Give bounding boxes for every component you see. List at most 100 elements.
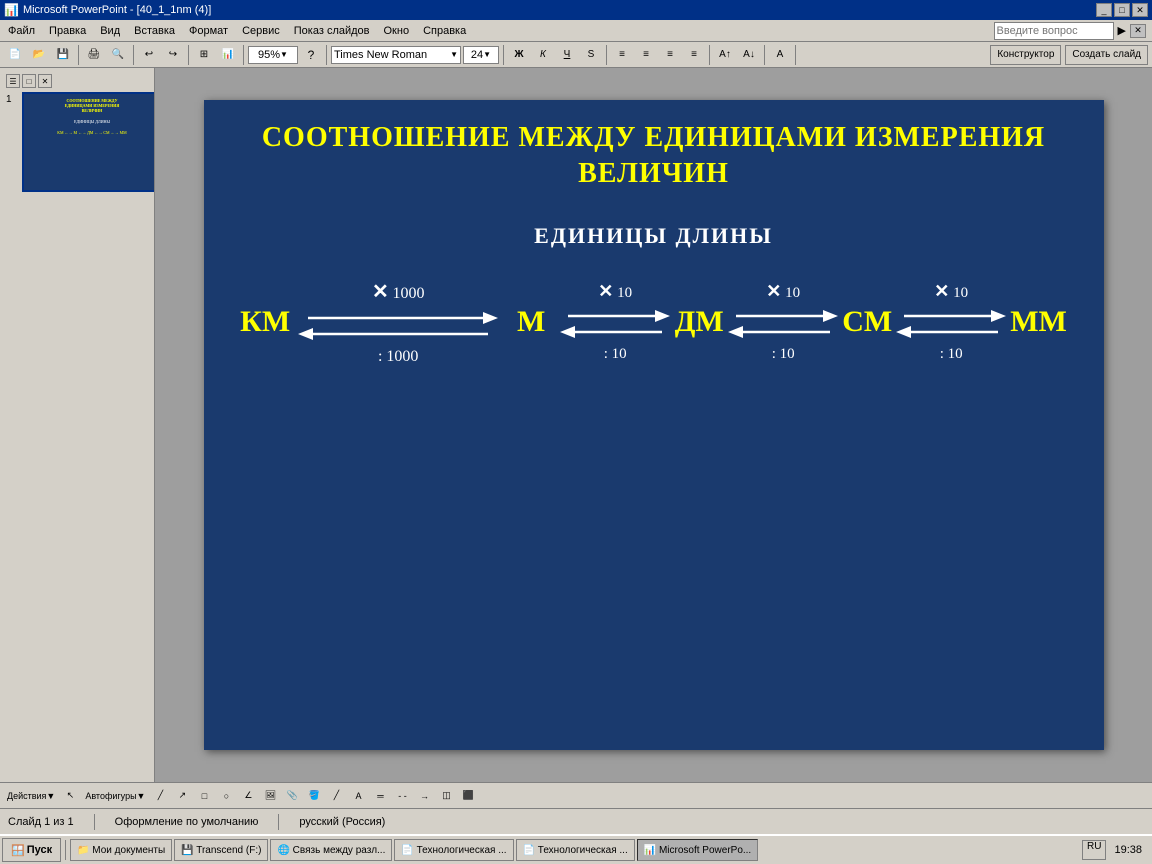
taskbar-ppt[interactable]: 📊 Microsoft PowerPo... bbox=[637, 839, 758, 861]
zoom-dropdown-icon[interactable]: ▼ bbox=[280, 50, 288, 59]
angle-button[interactable]: ∠ bbox=[238, 786, 258, 806]
3d-button[interactable]: ⬛ bbox=[458, 786, 478, 806]
color-fill-button[interactable]: 🪣 bbox=[304, 786, 324, 806]
line-color-button[interactable]: ╱ bbox=[326, 786, 346, 806]
menu-view[interactable]: Вид bbox=[94, 23, 126, 39]
menu-insert[interactable]: Вставка bbox=[128, 23, 181, 39]
redo-button[interactable]: ↪ bbox=[162, 44, 184, 66]
menu-edit[interactable]: Правка bbox=[43, 23, 92, 39]
font-size-value: 24 bbox=[471, 49, 483, 61]
font-color-button[interactable]: A bbox=[348, 786, 368, 806]
strikethrough-button[interactable]: S bbox=[580, 44, 602, 66]
separator-4 bbox=[243, 45, 244, 65]
bold-button[interactable]: Ж bbox=[508, 44, 530, 66]
autoshapes-button[interactable]: Автофигуры▼ bbox=[82, 786, 148, 806]
cursor-button[interactable]: ↖ bbox=[60, 786, 80, 806]
print-button[interactable]: 🖨 bbox=[83, 44, 105, 66]
insert-clip-button[interactable]: 📎 bbox=[282, 786, 302, 806]
font-dropdown-icon[interactable]: ▼ bbox=[450, 50, 458, 59]
open-button[interactable]: 📂 bbox=[28, 44, 50, 66]
italic-button[interactable]: К bbox=[532, 44, 554, 66]
separator-10 bbox=[795, 45, 796, 65]
taskbar-my-docs[interactable]: 📁 Мои документы bbox=[70, 839, 172, 861]
maximize-button[interactable]: □ bbox=[1114, 3, 1130, 17]
slide-number: 1 bbox=[6, 94, 12, 105]
menu-help[interactable]: Справка bbox=[417, 23, 472, 39]
double-arrow-1 bbox=[298, 306, 498, 346]
window-title: Microsoft PowerPoint - [40_1_1nm (4)] bbox=[23, 4, 211, 16]
size-dropdown-icon[interactable]: ▼ bbox=[483, 50, 491, 59]
taskbar-tech2[interactable]: 📄 Технологическая ... bbox=[516, 839, 635, 861]
slide-thumbnail[interactable]: СООТНОШЕНИЕ МЕЖДУЕДИНИЦАМИ ИЗМЕРЕНИЯВЕЛИ… bbox=[22, 92, 155, 192]
menu-window[interactable]: Окно bbox=[378, 23, 416, 39]
oval-tool[interactable]: ○ bbox=[216, 786, 236, 806]
preview-button[interactable]: 🔍 bbox=[107, 44, 129, 66]
chart-button[interactable]: 📊 bbox=[217, 44, 239, 66]
draw-toolbar: Действия▼ ↖ Автофигуры▼ ╱ ↗ □ ○ ∠ 🖼 📎 🪣 … bbox=[0, 782, 1152, 808]
decrease-font-button[interactable]: A↓ bbox=[738, 44, 760, 66]
taskbar-svyaz[interactable]: 🌐 Связь между разл... bbox=[270, 839, 392, 861]
double-arrow-3 bbox=[728, 304, 838, 344]
zoom-value: 95% bbox=[258, 49, 280, 61]
undo-button[interactable]: ↩ bbox=[138, 44, 160, 66]
justify-button[interactable]: ≡ bbox=[683, 44, 705, 66]
panel-outline-view[interactable]: □ bbox=[22, 74, 36, 88]
insert-image-button[interactable]: 🖼 bbox=[260, 786, 280, 806]
separator-1 bbox=[78, 45, 79, 65]
arrow-tool[interactable]: ↗ bbox=[172, 786, 192, 806]
menu-format[interactable]: Формат bbox=[183, 23, 234, 39]
main-area: ☰ □ ✕ 1 СООТНОШЕНИЕ МЕЖДУЕДИНИЦАМИ ИЗМЕР… bbox=[0, 68, 1152, 782]
multiply-label-3: 10 bbox=[785, 285, 800, 301]
panel-close[interactable]: ✕ bbox=[38, 74, 52, 88]
slide-info: Слайд 1 из 1 bbox=[8, 816, 74, 828]
create-slide-button[interactable]: Создать слайд bbox=[1065, 45, 1148, 65]
increase-font-button[interactable]: A↑ bbox=[714, 44, 736, 66]
menu-slideshow[interactable]: Показ слайдов bbox=[288, 23, 376, 39]
line-tool[interactable]: ╱ bbox=[150, 786, 170, 806]
taskbar-transcend[interactable]: 💾 Transcend (F:) bbox=[174, 839, 268, 861]
line-style-button[interactable]: ═ bbox=[370, 786, 390, 806]
minimize-button[interactable]: _ bbox=[1096, 3, 1112, 17]
ask-arrow-icon: ▶ bbox=[1118, 24, 1126, 37]
x-symbol-4: ✕ bbox=[934, 281, 949, 301]
status-sep-1 bbox=[94, 814, 95, 830]
start-button[interactable]: 🪟 Пуск bbox=[2, 838, 61, 862]
windows-icon: 🪟 bbox=[11, 844, 25, 857]
zoom-display[interactable]: 95% ▼ bbox=[248, 46, 298, 64]
align-left-button[interactable]: ≡ bbox=[611, 44, 633, 66]
slide-panel: ☰ □ ✕ 1 СООТНОШЕНИЕ МЕЖДУЕДИНИЦАМИ ИЗМЕР… bbox=[0, 68, 155, 782]
separator-7 bbox=[606, 45, 607, 65]
menu-close-button[interactable]: ✕ bbox=[1130, 24, 1146, 38]
language-button[interactable]: RU bbox=[1082, 840, 1106, 860]
taskbar-tech1[interactable]: 📄 Технологическая ... bbox=[394, 839, 513, 861]
constructor-button[interactable]: Конструктор bbox=[990, 45, 1061, 65]
ask-input[interactable] bbox=[994, 22, 1114, 40]
arrow-style-button[interactable]: → bbox=[414, 786, 434, 806]
arrow-group-dm-cm: ✕ 10 : 10 bbox=[728, 281, 838, 363]
menu-service[interactable]: Сервис bbox=[236, 23, 286, 39]
font-size-selector[interactable]: 24 ▼ bbox=[463, 46, 499, 64]
close-button[interactable]: ✕ bbox=[1132, 3, 1148, 17]
dash-style-button[interactable]: - - bbox=[392, 786, 412, 806]
align-center-button[interactable]: ≡ bbox=[635, 44, 657, 66]
shadow-button[interactable]: ◫ bbox=[436, 786, 456, 806]
underline-button[interactable]: Ч bbox=[556, 44, 578, 66]
new-button[interactable]: 📄 bbox=[4, 44, 26, 66]
table-button[interactable]: ⊞ bbox=[193, 44, 215, 66]
menu-file[interactable]: Файл bbox=[2, 23, 41, 39]
unit-mm: ММ bbox=[1010, 305, 1067, 339]
unit-m: М bbox=[506, 305, 556, 339]
color-button[interactable]: A bbox=[769, 44, 791, 66]
canvas-area[interactable]: СООТНОШЕНИЕ МЕЖДУ ЕДИНИЦАМИ ИЗМЕРЕНИЯ ВЕ… bbox=[155, 68, 1152, 782]
panel-list-view[interactable]: ☰ bbox=[6, 74, 20, 88]
save-button[interactable]: 💾 bbox=[52, 44, 74, 66]
font-selector[interactable]: Times New Roman ▼ bbox=[331, 46, 461, 64]
rect-tool[interactable]: □ bbox=[194, 786, 214, 806]
time-display: 19:38 bbox=[1110, 844, 1146, 856]
app-icon: 📊 bbox=[4, 3, 19, 17]
x-symbol-1: ✕ bbox=[372, 281, 389, 303]
menu-bar: Файл Правка Вид Вставка Формат Сервис По… bbox=[0, 20, 1152, 42]
actions-button[interactable]: Действия▼ bbox=[4, 786, 58, 806]
zoom-help-button[interactable]: ? bbox=[300, 44, 322, 66]
align-right-button[interactable]: ≡ bbox=[659, 44, 681, 66]
